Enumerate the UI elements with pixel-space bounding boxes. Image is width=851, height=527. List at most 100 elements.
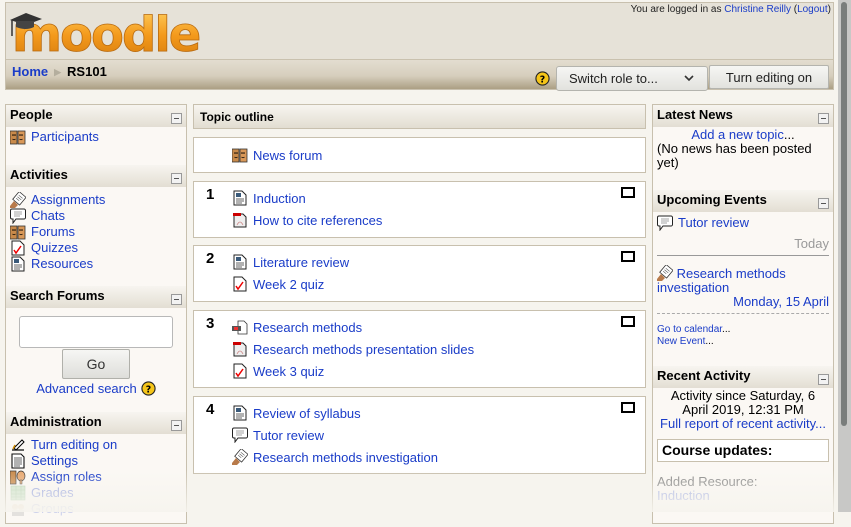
activity-link[interactable]: Research methods (253, 320, 362, 335)
collapse-icon[interactable] (171, 173, 182, 184)
activity-item[interactable]: How to cite references (232, 209, 382, 231)
administration-block: Administration Turn editing on Settings … (6, 412, 186, 527)
scrollbar-thumb[interactable] (841, 2, 847, 426)
scrollbar[interactable] (838, 0, 851, 512)
add-new-topic-link[interactable]: Add a new topic (691, 127, 784, 142)
section-0: News forum (193, 137, 646, 173)
forum-icon (10, 224, 26, 240)
event-link[interactable]: Research methods investigation (657, 266, 786, 295)
collapse-icon[interactable] (171, 294, 182, 305)
assignments-link[interactable]: Assignments (31, 192, 105, 208)
activity-link[interactable]: Week 3 quiz (253, 364, 324, 379)
block-header: Activities (6, 165, 186, 187)
activity-item[interactable]: Research methods (232, 316, 474, 338)
breadcrumb-home[interactable]: Home (12, 64, 48, 79)
activity-link[interactable]: Literature review (253, 255, 349, 270)
activity-item[interactable]: Review of syllabus (232, 402, 438, 424)
turn-editing-on-button[interactable]: Turn editing on (709, 65, 829, 89)
moodle-logo[interactable]: moodle (8, 7, 208, 57)
go-button[interactable]: Go (62, 349, 130, 379)
groups-icon (10, 501, 26, 517)
grades-link[interactable]: Grades (31, 485, 74, 501)
advanced-search-link[interactable]: Advanced search (36, 381, 136, 396)
event-date[interactable]: Monday, 15 April (657, 295, 829, 309)
list-item[interactable]: Turn editing on (10, 437, 182, 453)
forum-icon (232, 147, 248, 163)
activity-item[interactable]: Week 2 quiz (232, 273, 349, 295)
participants-icon (10, 129, 26, 145)
collapse-icon[interactable] (818, 198, 829, 209)
activity-item[interactable]: News forum (232, 144, 322, 166)
chat-icon (657, 215, 673, 231)
list-item[interactable]: Quizzes (10, 240, 182, 256)
activity-link[interactable]: Research methods investigation (253, 450, 438, 465)
section-number: 1 (206, 186, 215, 203)
turn-editing-on-link[interactable]: Turn editing on (31, 437, 117, 453)
activity-item[interactable]: Research methods presentation slides (232, 338, 474, 360)
media-icon (232, 319, 248, 335)
help-icon[interactable] (141, 381, 156, 396)
upcoming-events-block: Upcoming Events Tutor review Today Resea… (653, 190, 833, 366)
added-resource-link[interactable]: Induction (657, 488, 710, 503)
participants-link[interactable]: Participants (31, 129, 99, 145)
groups-link[interactable]: Groups (31, 501, 74, 517)
assign-roles-link[interactable]: Assign roles (31, 469, 102, 485)
assignment-icon (657, 265, 673, 281)
collapse-icon[interactable] (171, 420, 182, 431)
advanced-search: Advanced search (10, 381, 182, 396)
chat-icon (10, 208, 26, 224)
highlight-toggle[interactable] (621, 251, 635, 262)
list-item[interactable]: Chats (10, 208, 182, 224)
activity-link[interactable]: Review of syllabus (253, 406, 361, 421)
highlight-toggle[interactable] (621, 402, 635, 413)
event-date: Today (794, 236, 829, 251)
resource-icon (232, 405, 248, 421)
collapse-icon[interactable] (818, 374, 829, 385)
full-report-link[interactable]: Full report of recent activity... (660, 416, 826, 431)
resources-link[interactable]: Resources (31, 256, 93, 272)
help-icon[interactable] (535, 71, 550, 86)
switch-role-select[interactable]: Switch role to... (556, 66, 708, 91)
activity-item[interactable]: Induction (232, 187, 382, 209)
collapse-icon[interactable] (171, 113, 182, 124)
activity-link[interactable]: Induction (253, 191, 306, 206)
activity-item[interactable]: Research methods investigation (232, 446, 438, 468)
section-number: 4 (206, 401, 215, 418)
highlight-toggle[interactable] (621, 316, 635, 327)
search-forums-input[interactable] (19, 316, 173, 348)
logout-link[interactable]: Logout (797, 4, 828, 15)
quiz-icon (232, 363, 248, 379)
collapse-icon[interactable] (818, 113, 829, 124)
quizzes-link[interactable]: Quizzes (31, 240, 78, 256)
new-event-link[interactable]: New Event (657, 336, 705, 347)
go-to-calendar-link[interactable]: Go to calendar (657, 324, 722, 335)
event-link[interactable]: Tutor review (678, 215, 749, 231)
user-name-link[interactable]: Christine Reilly (724, 4, 791, 15)
highlight-toggle[interactable] (621, 187, 635, 198)
list-item[interactable]: Participants (10, 129, 182, 145)
breadcrumb-course: RS101 (67, 64, 107, 79)
activity-item[interactable]: Week 3 quiz (232, 360, 474, 382)
list-item[interactable]: Groups (10, 501, 182, 517)
activity-link[interactable]: Tutor review (253, 428, 324, 443)
chevron-down-icon (684, 75, 694, 82)
list-item[interactable]: Forums (10, 224, 182, 240)
activity-item[interactable]: Tutor review (232, 424, 438, 446)
list-item[interactable]: Assignments (10, 192, 182, 208)
list-item[interactable]: Assign roles (10, 469, 182, 485)
settings-link[interactable]: Settings (31, 453, 78, 469)
activity-link[interactable]: How to cite references (253, 213, 382, 228)
activity-link[interactable]: Research methods presentation slides (253, 342, 474, 357)
activity-link[interactable]: Week 2 quiz (253, 277, 324, 292)
section-1: 1 Induction How to cite references (193, 181, 646, 238)
list-item[interactable]: Settings (10, 453, 182, 469)
list-item[interactable]: Resources (10, 256, 182, 272)
activity-item[interactable]: Literature review (232, 251, 349, 273)
forums-link[interactable]: Forums (31, 224, 75, 240)
list-item[interactable]: Grades (10, 485, 182, 501)
quiz-icon (10, 240, 26, 256)
chats-link[interactable]: Chats (31, 208, 65, 224)
news-forum-link[interactable]: News forum (253, 148, 322, 163)
block-header: Latest News (653, 105, 833, 127)
login-info: You are logged in as Christine Reilly (L… (630, 4, 831, 15)
